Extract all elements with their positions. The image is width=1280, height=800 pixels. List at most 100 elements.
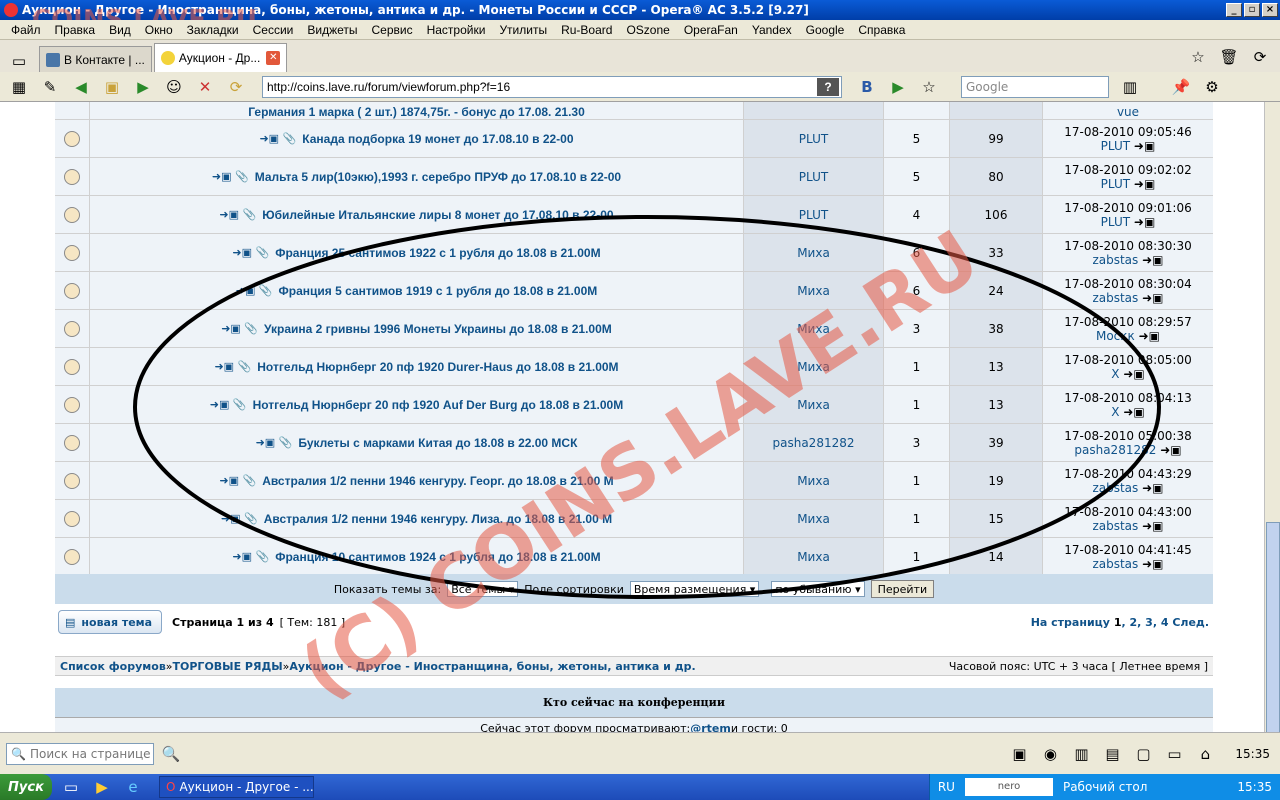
nero-search-box[interactable]: nero (964, 778, 1053, 796)
topic-link[interactable]: Юбилейные Итальянские лиры 8 монет до 17… (262, 208, 613, 222)
folder-icon[interactable]: ▣ (101, 76, 123, 98)
topic-link[interactable]: Франция 25 сантимов 1922 с 1 рубля до 18… (275, 246, 600, 260)
next-page-link[interactable]: След. (1172, 616, 1209, 629)
page-link-4[interactable]: 4 (1161, 616, 1169, 629)
topic-link[interactable]: Франция 10 сантимов 1924 с 1 рубля до 18… (275, 550, 600, 564)
last-user-link[interactable]: PLUT (1101, 215, 1130, 229)
author-link[interactable]: Миха (797, 474, 830, 488)
forward-icon[interactable]: ▶ (132, 76, 154, 98)
search-field[interactable]: Google (961, 75, 1109, 98)
vk-button-icon[interactable]: B (856, 76, 878, 98)
last-user-link[interactable]: zabstas (1092, 557, 1138, 571)
quicklaunch-desktop-icon[interactable]: ▭ (60, 776, 82, 798)
goto-last-icon[interactable]: ➜▣ (1142, 291, 1163, 305)
new-tab-icon[interactable]: ▭ (8, 50, 30, 72)
find-on-page-input[interactable]: 🔍 Поиск на странице (6, 742, 154, 765)
minimize-button[interactable]: _ (1226, 3, 1242, 17)
notes-panel-icon[interactable]: ▥ (1070, 743, 1092, 765)
menu-window[interactable]: Окно (138, 23, 180, 37)
tab-auction[interactable]: Аукцион - Др... ✕ (153, 43, 288, 72)
favorite-star-icon[interactable]: ☆ (918, 76, 940, 98)
menu-sessions[interactable]: Сессии (246, 23, 301, 37)
page-link-3[interactable]: 3 (1145, 616, 1153, 629)
goto-last-icon[interactable]: ➜▣ (1142, 519, 1163, 533)
last-user-link[interactable]: X (1111, 367, 1119, 381)
author-link[interactable]: Миха (797, 398, 830, 412)
tab-vkontakte[interactable]: В Контакте | ... (39, 46, 152, 72)
bookmark-add-icon[interactable]: ☆ (1187, 46, 1209, 68)
author-link[interactable]: pasha281282 (773, 436, 855, 450)
menu-file[interactable]: Файл (4, 23, 48, 37)
author-link[interactable]: Миха (797, 284, 830, 298)
notes-icon[interactable]: ▥ (1119, 76, 1141, 98)
vertical-scrollbar[interactable] (1264, 102, 1280, 782)
pin-icon[interactable]: 📌 (1170, 76, 1192, 98)
breadcrumb-trade[interactable]: ТОРГОВЫЕ РЯДЫ (173, 660, 283, 673)
goto-last-icon[interactable]: ➜▣ (1142, 253, 1163, 267)
window-icon[interactable]: ▢ (1132, 743, 1154, 765)
language-indicator[interactable]: RU (938, 780, 955, 794)
pen-icon[interactable]: ✎ (39, 76, 61, 98)
last-user-link[interactable]: vue (1117, 105, 1139, 119)
topic-link[interactable]: Австралия 1/2 пенни 1946 кенгуру. Лиза. … (264, 512, 612, 526)
goto-last-icon[interactable]: ➜▣ (1134, 177, 1155, 191)
settings-icon[interactable]: ⚙ (1201, 76, 1223, 98)
last-user-link[interactable]: Москк (1096, 329, 1135, 343)
goto-last-icon[interactable]: ➜▣ (1142, 557, 1163, 571)
goto-last-icon[interactable]: ➜▣ (1160, 443, 1181, 457)
author-link[interactable]: Миха (797, 322, 830, 336)
menu-oszone[interactable]: OSzone (619, 23, 676, 37)
menu-ruboard[interactable]: Ru-Board (554, 23, 619, 37)
sort-field-select[interactable]: Время размещения ▾ (629, 581, 760, 597)
author-link[interactable]: PLUT (799, 132, 828, 146)
go-button[interactable]: Перейти (870, 580, 935, 598)
goto-last-icon[interactable]: ➜▣ (1123, 405, 1144, 419)
speed-icon[interactable]: ◉ (1039, 743, 1061, 765)
last-user-link[interactable]: PLUT (1101, 139, 1130, 153)
user-icon[interactable]: ▤ (1101, 743, 1123, 765)
breadcrumb-forum-list[interactable]: Список форумов (60, 660, 166, 673)
address-field[interactable]: http://coins.lave.ru/forum/viewforum.php… (262, 75, 842, 98)
page-link-2[interactable]: 2 (1130, 616, 1138, 629)
goto-last-icon[interactable]: ➜▣ (1123, 367, 1144, 381)
close-tab-icon[interactable]: ✕ (266, 51, 281, 65)
home-icon[interactable]: ⌂ (1194, 743, 1216, 765)
menu-operafan[interactable]: OperaFan (677, 23, 745, 37)
topic-link[interactable]: Франция 5 сантимов 1919 с 1 рубля до 18.… (279, 284, 598, 298)
sync-icon[interactable]: ⟳ (1249, 46, 1271, 68)
help-icon[interactable]: ? (817, 77, 839, 96)
go-icon[interactable]: ▶ (887, 76, 909, 98)
last-user-link[interactable]: pasha281282 (1074, 443, 1156, 457)
last-user-link[interactable]: zabstas (1092, 481, 1138, 495)
menu-utilities[interactable]: Утилиты (492, 23, 554, 37)
author-link[interactable]: Миха (797, 512, 830, 526)
last-user-link[interactable]: PLUT (1101, 177, 1130, 191)
topic-link[interactable]: Нотгельд Нюрнберг 20 пф 1920 Auf Der Bur… (253, 398, 624, 412)
menu-google[interactable]: Google (799, 23, 852, 37)
menu-yandex[interactable]: Yandex (745, 23, 799, 37)
author-link[interactable]: PLUT (799, 208, 828, 222)
author-link[interactable]: Миха (797, 360, 830, 374)
new-topic-button[interactable]: ▤ новая тема (58, 610, 162, 634)
last-user-link[interactable]: X (1111, 405, 1119, 419)
menu-view[interactable]: Вид (102, 23, 138, 37)
menu-help[interactable]: Справка (851, 23, 912, 37)
last-user-link[interactable]: zabstas (1092, 519, 1138, 533)
start-button[interactable]: Пуск (0, 774, 52, 800)
author-link[interactable]: PLUT (799, 170, 828, 184)
breadcrumb-auction[interactable]: Аукцион - Другое - Иностранщина, боны, ж… (289, 660, 695, 673)
online-user-link[interactable]: @rtem (690, 722, 731, 733)
window-titlebar[interactable]: Аукцион - Другое - Иностранщина, боны, ж… (0, 0, 1280, 20)
goto-last-icon[interactable]: ➜▣ (1134, 139, 1155, 153)
topic-link[interactable]: Буклеты с марками Китая до 18.08 в 22.00… (298, 436, 577, 450)
topic-link[interactable]: Мальта 5 лир(10экю),1993 г. серебро ПРУФ… (255, 170, 621, 184)
menu-edit[interactable]: Правка (48, 23, 103, 37)
author-link[interactable]: Миха (797, 246, 830, 260)
menu-widgets[interactable]: Виджеты (300, 23, 364, 37)
close-button[interactable]: × (1262, 3, 1278, 17)
page-icon[interactable]: ▭ (1163, 743, 1185, 765)
maximize-button[interactable]: ▫ (1244, 3, 1260, 17)
goto-last-icon[interactable]: ➜▣ (1139, 329, 1160, 343)
last-user-link[interactable]: zabstas (1092, 291, 1138, 305)
last-user-link[interactable]: zabstas (1092, 253, 1138, 267)
